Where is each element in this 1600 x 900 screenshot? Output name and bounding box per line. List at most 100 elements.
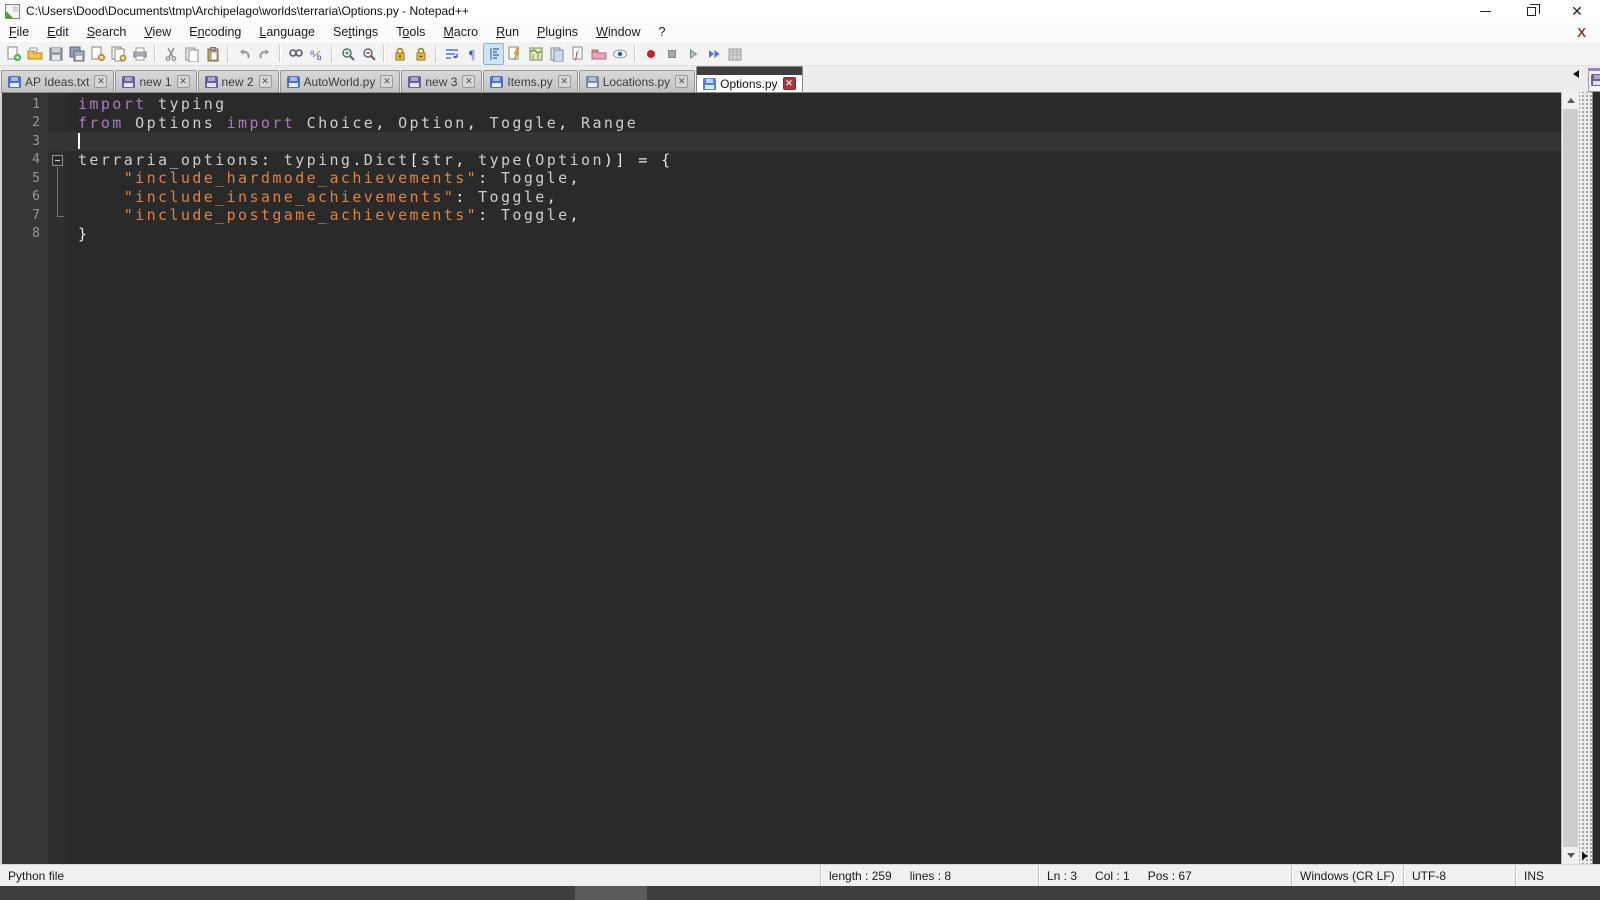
word-wrap-icon[interactable] [441,43,462,65]
menu-view[interactable]: View [135,23,180,41]
second-view-mini-tab[interactable] [1588,68,1600,92]
tab-close-icon[interactable]: ✕ [94,75,108,88]
tab-close-icon[interactable]: ✕ [462,75,476,88]
menu-encoding[interactable]: Encoding [180,23,250,41]
menu-window[interactable]: Window [587,23,649,41]
close-icon[interactable] [87,43,108,65]
replace-icon[interactable]: ab [306,43,327,65]
code-line-6[interactable]: 6 "include_insane_achievements": Toggle, [2,187,1561,206]
tab-close-icon[interactable]: ✕ [258,75,272,88]
tab-label: new 3 [425,74,458,89]
tab-ap-ideas-txt[interactable]: AP Ideas.txt ✕ [1,70,115,92]
tab-items-py[interactable]: Items.py ✕ [483,70,578,92]
minimize-button[interactable] [1462,0,1508,22]
zoom-out-icon[interactable] [358,43,379,65]
style-configurator-icon[interactable] [504,43,525,65]
close-document-x-button[interactable]: X [1563,25,1600,40]
menu-tools[interactable]: Tools [387,23,434,41]
pos-label: Pos : 67 [1147,868,1192,883]
scrollbar-down-arrow[interactable] [1562,847,1579,864]
document-map-icon[interactable] [525,43,546,65]
function-list-icon[interactable]: f [567,43,588,65]
up-triangle-icon [1566,98,1575,103]
code-text: terraria_options: typing. Dict[str, type(… [78,150,673,169]
menu-run[interactable]: Run [487,23,528,41]
code-line-1[interactable]: 1 import typing [2,95,1561,114]
tab-close-icon[interactable]: ✕ [782,77,796,90]
editor-pane[interactable]: 1 import typing 2 from Options import Choic… [0,92,1561,864]
macro-record-icon[interactable] [640,43,661,65]
show-all-characters-icon[interactable]: ¶ [462,43,483,65]
window-title: C:\Users\Dood\Documents\tmp\Archipelago\… [26,4,469,18]
find-icon[interactable] [285,43,306,65]
close-all-icon[interactable] [108,43,129,65]
tab-bar: AP Ideas.txt ✕ new 1 ✕ new 2 ✕ AutoWorld.py ✕ ne… [0,66,1600,92]
menu-settings[interactable]: Settings [324,23,387,41]
open-icon[interactable] [24,43,45,65]
menu-file[interactable]: File [0,23,38,41]
close-button[interactable]: ✕ [1554,0,1600,22]
menu-search[interactable]: Search [78,23,136,41]
macro-save-icon[interactable] [724,43,745,65]
menu-[interactable]: ? [650,23,675,41]
print-icon[interactable] [129,43,150,65]
tab-close-icon[interactable]: ✕ [380,75,394,88]
code-line-8[interactable]: 8} [2,225,1561,244]
code-text: "include_hardmode_achievements": Toggle, [123,169,581,188]
paste-icon[interactable] [202,43,223,65]
ln-label: Ln : 3 [1047,868,1078,883]
code-line-2[interactable]: 2 from Options import Choice, Option, Tog… [2,114,1561,133]
tab-autoworld-py[interactable]: AutoWorld.py ✕ [279,70,401,92]
fold-marker[interactable] [48,151,68,169]
tab-scroll-left-icon[interactable] [1573,70,1579,78]
tab-new-1[interactable]: new 1 ✕ [115,70,197,92]
redo-icon[interactable] [254,43,275,65]
macro-stop-icon[interactable] [661,43,682,65]
tab-new-2[interactable]: new 2 ✕ [197,70,279,92]
zoom-in-icon[interactable] [337,43,358,65]
tab-close-icon[interactable]: ✕ [557,75,571,88]
tab-close-icon[interactable]: ✕ [675,75,689,88]
toolbar-separator-7 [634,45,636,62]
tab-new-3[interactable]: new 3 ✕ [401,70,483,92]
copy-icon[interactable] [181,43,202,65]
tab-locations-py[interactable]: Locations.py ✕ [578,70,696,92]
menu-edit[interactable]: Edit [38,23,78,41]
scrollbar-thumb[interactable] [1563,109,1578,847]
sync-vertical-icon[interactable] [389,43,410,65]
status-eol-section[interactable]: Windows (CR LF) [1291,865,1403,886]
bottom-edge-strip [0,886,1600,900]
macro-play-icon[interactable] [682,43,703,65]
tab-options-py[interactable]: Options.py ✕ [696,66,803,92]
document-list-icon[interactable] [546,43,567,65]
view-splitter[interactable] [1579,92,1592,864]
cut-icon[interactable] [160,43,181,65]
undo-icon[interactable] [233,43,254,65]
fold-collapse-icon[interactable] [52,154,63,166]
save-icon[interactable] [45,43,66,65]
status-insert-mode[interactable]: INS [1515,865,1600,886]
code-line-5[interactable]: 5 "include_hardmode_achievements": Toggl… [2,169,1561,188]
editor-vertical-scrollbar[interactable] [1561,92,1579,864]
code-line-4[interactable]: 4 terraria_options: typing. Dict[str, type… [2,150,1561,169]
status-encoding-section[interactable]: UTF-8 [1403,865,1515,886]
sync-horizontal-icon[interactable] [410,43,431,65]
save-all-icon[interactable] [66,43,87,65]
menu-plugins[interactable]: Plugins [528,23,587,41]
tab-close-icon[interactable]: ✕ [176,75,190,88]
code-line-3[interactable]: 3 [2,132,1561,151]
code-line-7[interactable]: 7 "include_postgame_achievements": Toggl… [2,206,1561,225]
indent-guide-icon[interactable] [483,42,504,65]
scrollbar-up-arrow[interactable] [1562,92,1579,109]
macro-run-multiple-icon[interactable] [703,43,724,65]
menu-language[interactable]: Language [250,23,324,41]
restore-button[interactable] [1508,0,1554,22]
menu-macro[interactable]: Macro [434,23,487,41]
toolbar-separator-2 [227,45,229,62]
toolbar-separator-3 [279,45,281,62]
monitoring-eye-icon[interactable] [609,43,630,65]
folder-as-workspace-icon[interactable] [588,43,609,65]
new-file-icon[interactable] [3,43,24,65]
fold-marker [48,169,68,188]
toolbar: a b ¶ f [0,42,1600,66]
